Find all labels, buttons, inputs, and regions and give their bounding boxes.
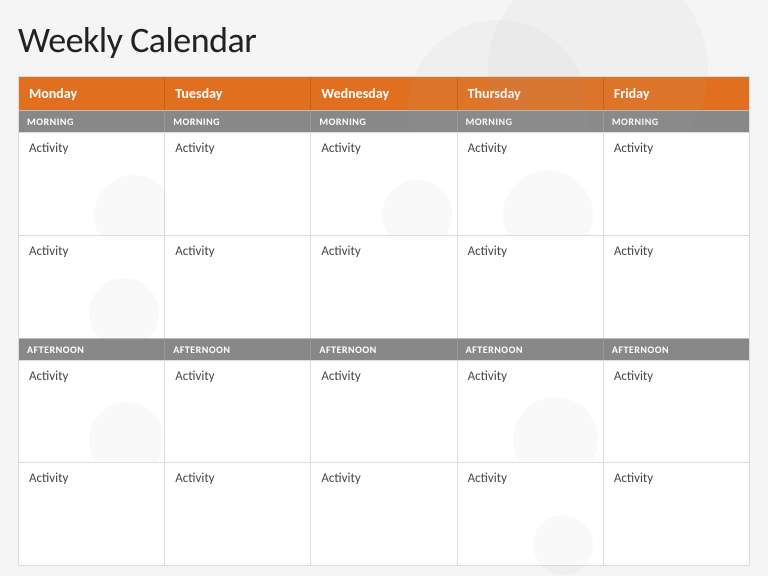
cell-wed-m2[interactable]: Activity (311, 235, 457, 338)
morning-label-thursday: MORNING (458, 110, 604, 132)
morning-label-friday: MORNING (604, 110, 749, 132)
header-monday: Monday (19, 77, 165, 110)
header-friday: Friday (604, 77, 749, 110)
afternoon-label-thursday: AFTERNOON (458, 338, 604, 360)
afternoon-row-1: Activity Activity Activity Activity Acti… (19, 360, 749, 463)
cell-mon-m2[interactable]: Activity (19, 235, 165, 338)
main-container: Weekly Calendar Monday Tuesday Wednesday… (0, 0, 768, 576)
cell-fri-m1[interactable]: Activity (604, 132, 749, 235)
cell-thu-a2[interactable]: Activity (458, 462, 604, 565)
cell-wed-m1[interactable]: Activity (311, 132, 457, 235)
morning-label-tuesday: MORNING (165, 110, 311, 132)
header-tuesday: Tuesday (165, 77, 311, 110)
cell-tue-a1[interactable]: Activity (165, 360, 311, 463)
cell-wed-a1[interactable]: Activity (311, 360, 457, 463)
morning-row-2: Activity Activity Activity Activity Acti… (19, 235, 749, 338)
cell-thu-m2[interactable]: Activity (458, 235, 604, 338)
afternoon-label-wednesday: AFTERNOON (311, 338, 457, 360)
cell-tue-a2[interactable]: Activity (165, 462, 311, 565)
afternoon-row-2: Activity Activity Activity Activity Acti… (19, 462, 749, 565)
header-row: Monday Tuesday Wednesday Thursday Friday (19, 77, 749, 110)
cell-fri-a2[interactable]: Activity (604, 462, 749, 565)
cell-tue-m2[interactable]: Activity (165, 235, 311, 338)
afternoon-label-tuesday: AFTERNOON (165, 338, 311, 360)
afternoon-label-friday: AFTERNOON (604, 338, 749, 360)
calendar-table: Monday Tuesday Wednesday Thursday Friday… (18, 76, 750, 566)
page-title: Weekly Calendar (18, 18, 750, 62)
morning-label-monday: MORNING (19, 110, 165, 132)
morning-row-1: Activity Activity Activity Activity Acti… (19, 132, 749, 235)
afternoon-label-monday: AFTERNOON (19, 338, 165, 360)
cell-fri-m2[interactable]: Activity (604, 235, 749, 338)
afternoon-section-row: AFTERNOON AFTERNOON AFTERNOON AFTERNOON … (19, 338, 749, 360)
cell-thu-m1[interactable]: Activity (458, 132, 604, 235)
cell-mon-a1[interactable]: Activity (19, 360, 165, 463)
header-thursday: Thursday (458, 77, 604, 110)
morning-section-row: MORNING MORNING MORNING MORNING MORNING (19, 110, 749, 132)
cell-mon-a2[interactable]: Activity (19, 462, 165, 565)
cell-thu-a1[interactable]: Activity (458, 360, 604, 463)
cell-mon-m1[interactable]: Activity (19, 132, 165, 235)
morning-label-wednesday: MORNING (311, 110, 457, 132)
header-wednesday: Wednesday (311, 77, 457, 110)
cell-tue-m1[interactable]: Activity (165, 132, 311, 235)
cell-fri-a1[interactable]: Activity (604, 360, 749, 463)
cell-wed-a2[interactable]: Activity (311, 462, 457, 565)
